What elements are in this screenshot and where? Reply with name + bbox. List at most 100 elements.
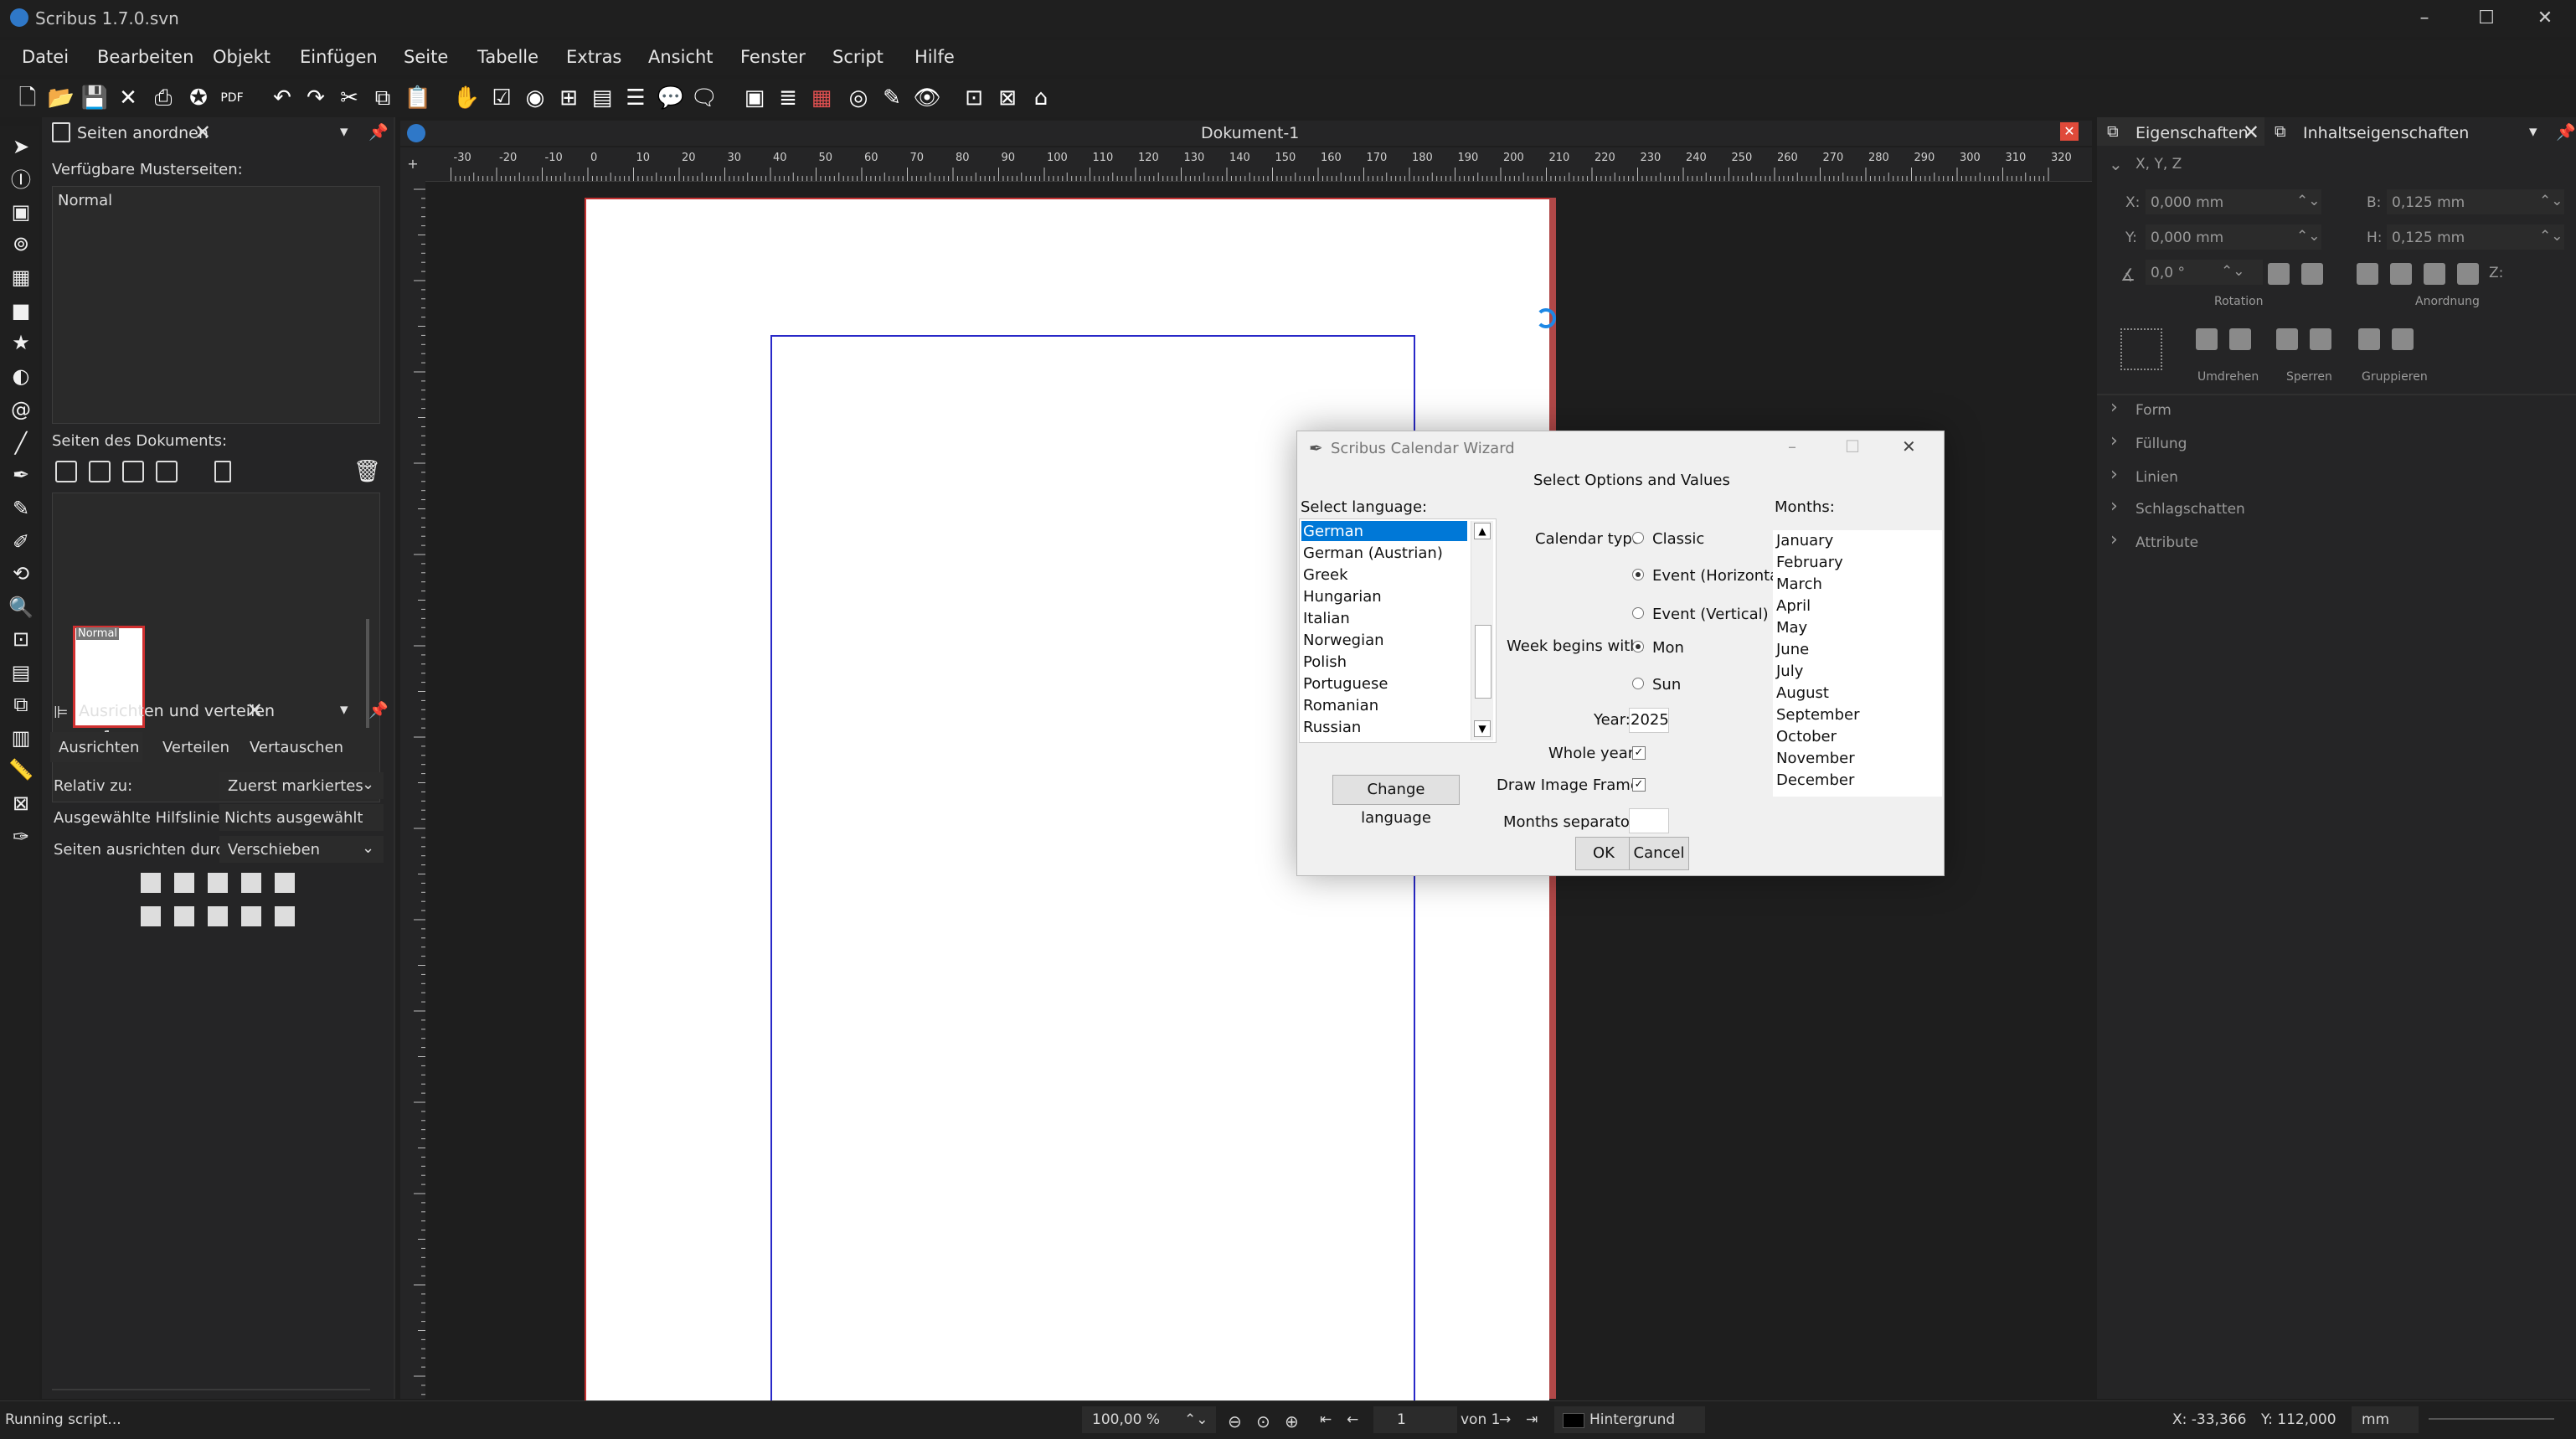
pin-icon[interactable]: 📌 [368,122,389,142]
redo-icon[interactable]: ↷ [303,85,328,111]
close-document-icon[interactable]: ✕ [116,85,141,111]
month-item[interactable]: October [1776,728,1837,745]
level-bottom-icon[interactable] [2424,263,2445,285]
flip-horizontal-icon[interactable] [2196,328,2218,350]
edit-frame-icon[interactable]: ⊠ [995,85,1020,111]
rotation-spin-icon[interactable]: ⌃⌄ [2221,263,2245,280]
months-separator-input[interactable] [1629,808,1669,833]
level-top-icon[interactable] [2457,263,2479,285]
close-document-tab-button[interactable]: ✕ [2060,122,2079,141]
month-item[interactable]: March [1776,575,1822,593]
list-tool-icon[interactable]: ☰ [623,85,648,111]
zoom-icon[interactable]: 🔍 [8,595,33,620]
calendar-type-classic-label[interactable]: Classic [1652,530,1704,548]
month-item[interactable]: August [1776,684,1829,702]
link-frames-icon[interactable]: ⧉ [8,692,33,717]
group-icon[interactable] [2358,328,2380,350]
image-frame-icon[interactable]: ▣ [742,85,767,111]
horizontal-ruler[interactable]: -30 -20 -10 0 10 20 30 40 50 60 70 80 90 100 110 120 130… [400,147,2092,182]
menu-seite[interactable]: Seite [404,47,448,67]
master-page-item[interactable]: Normal [58,192,112,209]
duplicate-page-icon[interactable] [122,461,144,482]
select-icon[interactable]: ✋ [453,85,480,111]
calendar-type-vertical-radio[interactable] [1632,607,1644,619]
month-item[interactable]: February [1776,554,1843,571]
lines-chevron-icon[interactable]: › [2110,464,2118,485]
draw-frame-checkbox[interactable]: ✓ [1632,778,1646,792]
close-align-panel-icon[interactable]: ✕ [246,699,263,722]
properties-tab-label[interactable]: Eigenschaften [2136,124,2249,142]
level-down-icon[interactable] [2357,263,2378,285]
prev-page-icon[interactable]: ← [1347,1411,1358,1428]
language-item[interactable]: Portuguese [1303,675,1388,693]
dialog-maximize-button[interactable]: ☐ [1845,436,1860,456]
preflight-icon[interactable]: ✪ [186,85,211,111]
tab-vertauschen[interactable]: Vertauschen [250,739,343,756]
ok-button[interactable]: OK [1575,837,1632,870]
rotate-right-icon[interactable] [2301,263,2323,285]
copy-properties-icon[interactable]: ⊠ [8,791,33,816]
calendar-type-vertical-label[interactable]: Event (Vertical) [1652,606,1769,623]
menu-script[interactable]: Script [832,47,884,67]
section-fuellung[interactable]: Füllung [2136,436,2187,452]
edit-contents-icon[interactable]: ⊡ [8,627,33,652]
scroll-down-icon[interactable]: ▼ [1474,720,1491,737]
change-language-button[interactable]: Change language [1332,775,1460,827]
minimize-button[interactable]: – [2395,3,2454,34]
month-item[interactable]: December [1776,771,1854,789]
month-item[interactable]: April [1776,597,1811,615]
save-icon[interactable]: 💾 [81,85,108,111]
text-frame-icon[interactable]: Ⓘ [8,168,33,193]
preview-icon[interactable]: ◎ [846,85,871,111]
render-frame-icon[interactable]: ⊚ [8,231,33,256]
shapes-icon[interactable]: ⌂ [1028,85,1054,111]
language-item[interactable]: Polish [1303,653,1347,671]
language-scrollbar[interactable]: ▲ ▼ [1471,521,1493,740]
content-properties-tab-label[interactable]: Inhaltseigenschaften [2303,124,2469,142]
dialog-close-button[interactable]: ✕ [1902,436,1916,456]
export-pdf-icon[interactable]: PDF [219,85,245,111]
calendar-type-classic-radio[interactable] [1632,532,1644,544]
dialog-minimize-button[interactable]: – [1788,436,1796,456]
zoom-100-icon[interactable]: ⊙ [1256,1411,1270,1431]
insert-page-icon[interactable] [89,461,111,482]
checkbox-tool-icon[interactable]: ☑ [489,85,514,111]
menu-extras[interactable]: Extras [566,47,621,67]
flip-vertical-icon[interactable] [2229,328,2251,350]
shadow-chevron-icon[interactable]: › [2110,496,2118,517]
align-left-out-icon[interactable] [174,873,194,893]
language-item[interactable]: Romanian [1303,697,1378,714]
master-pages-list[interactable]: Normal [52,186,380,424]
close-window-button[interactable]: ✕ [2516,3,2574,34]
menu-fenster[interactable]: Fenster [740,47,806,67]
tab-verteilen[interactable]: Verteilen [162,739,229,756]
language-item[interactable]: Italian [1303,610,1350,627]
h-spin-icon[interactable]: ⌃⌄ [2539,228,2563,245]
language-list[interactable]: German German (Austrian) Greek Hungarian… [1299,518,1497,743]
calendar-type-horizontal-radio[interactable] [1632,569,1644,580]
align-right-out-icon[interactable] [275,873,295,893]
edit-icon[interactable]: ✎ [879,85,904,111]
menu-tabelle[interactable]: Tabelle [477,47,538,67]
language-item[interactable]: Hungarian [1303,588,1382,606]
copy-icon[interactable]: ⧉ [370,85,395,111]
month-item[interactable]: May [1776,619,1807,637]
status-slider[interactable] [2429,1418,2554,1420]
cancel-button[interactable]: Cancel [1629,837,1689,870]
page-number-field[interactable] [1373,1406,1457,1433]
menu-datei[interactable]: Datei [22,47,69,67]
week-mon-radio[interactable] [1632,641,1644,652]
image-frame-tool-icon[interactable]: ▣ [8,199,33,224]
menu-objekt[interactable]: Objekt [213,47,270,67]
last-page-icon[interactable]: ⇥ [1526,1411,1538,1428]
b-spin-icon[interactable]: ⌃⌄ [2539,193,2563,209]
next-page-icon[interactable]: → [1499,1411,1511,1428]
print-icon[interactable]: ⎙ [151,85,176,111]
single-page-icon[interactable] [214,461,231,482]
level-up-icon[interactable] [2390,263,2412,285]
zoom-in-icon[interactable]: ⊕ [1285,1411,1299,1431]
basepoint-icon[interactable] [2120,328,2162,370]
x-spin-icon[interactable]: ⌃⌄ [2296,193,2321,209]
trash-icon[interactable]: 🗑 [353,459,381,484]
scroll-thumb[interactable] [1475,625,1492,699]
